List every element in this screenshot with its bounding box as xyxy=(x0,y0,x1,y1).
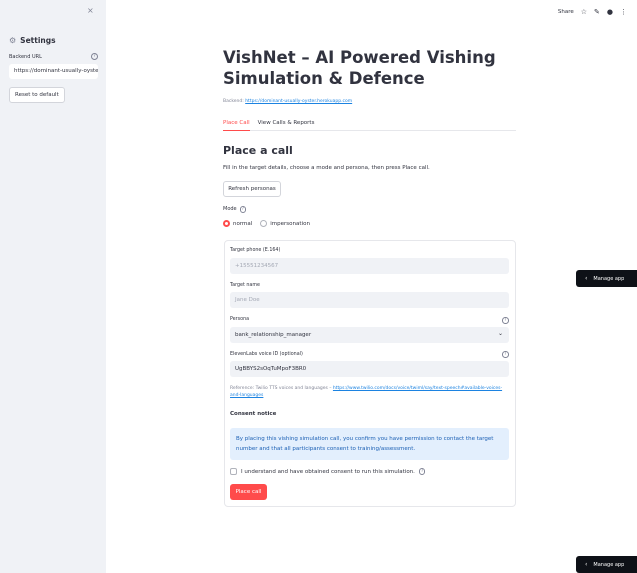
edit-icon[interactable]: ✎ xyxy=(594,8,600,16)
backend-link[interactable]: https://dominant-usually-oyster.herokuap… xyxy=(245,99,352,104)
mode-normal-label: normal xyxy=(233,220,253,227)
mode-impersonation-radio[interactable]: impersonation xyxy=(260,220,310,227)
backend-url-label: Backend URL xyxy=(9,54,42,60)
help-icon[interactable]: ? xyxy=(502,351,509,358)
manage-app-label: Manage app xyxy=(593,561,625,568)
consent-checkbox-label: I understand and have obtained consent t… xyxy=(241,468,415,475)
tab-bar: Place Call View Calls & Reports xyxy=(223,118,516,131)
mode-label: Mode ? xyxy=(223,206,247,213)
manage-app-button[interactable]: ‹ Manage app xyxy=(576,556,637,573)
more-menu-icon[interactable]: ⋮ xyxy=(620,8,627,16)
help-icon[interactable]: ? xyxy=(239,206,247,213)
backend-url-input[interactable]: https://dominant-usually-oyster.herokuap… xyxy=(9,64,98,79)
consent-heading: Consent notice xyxy=(230,411,277,417)
chevron-down-icon: ⌄ xyxy=(497,330,503,337)
share-button[interactable]: Share xyxy=(558,9,574,15)
place-call-button[interactable]: Place call xyxy=(230,484,267,500)
target-name-input[interactable]: Jane Doe xyxy=(230,292,509,308)
consent-info-box: By placing this vishing simulation call,… xyxy=(230,428,509,460)
reset-default-button[interactable]: Reset to default xyxy=(9,87,65,103)
consent-checkbox-row[interactable]: I understand and have obtained consent t… xyxy=(230,468,426,475)
help-icon[interactable]: ? xyxy=(91,53,98,60)
star-icon[interactable]: ☆ xyxy=(581,8,587,16)
github-icon[interactable]: ● xyxy=(607,8,613,16)
refresh-personas-button[interactable]: Refresh personas xyxy=(223,181,281,197)
backend-prefix: Backend: xyxy=(223,99,246,104)
sidebar-title-label: Settings xyxy=(20,36,56,45)
target-phone-input[interactable]: +15551234567 xyxy=(230,258,509,274)
section-heading: Place a call xyxy=(223,144,293,157)
tab-view-calls[interactable]: View Calls & Reports xyxy=(258,118,315,131)
voice-id-input[interactable]: UgBBYS2sOqTuMpoF3BR0 xyxy=(230,361,509,377)
radio-unselected-icon xyxy=(260,220,268,227)
target-name-label: Target name xyxy=(230,283,260,288)
radio-selected-icon xyxy=(223,220,230,227)
toolbar: Share ☆ ✎ ● ⋮ xyxy=(558,8,627,16)
mode-normal-radio[interactable]: normal xyxy=(223,220,252,227)
manage-app-button[interactable]: ‹ Manage app xyxy=(576,270,637,287)
reference-prefix: Reference: Twilio TTS voices and languag… xyxy=(230,386,333,391)
reference-note: Reference: Twilio TTS voices and languag… xyxy=(230,385,511,399)
persona-label: Persona xyxy=(230,317,250,322)
close-sidebar-icon[interactable]: × xyxy=(87,6,94,15)
mode-radio-group: normal impersonation xyxy=(223,220,310,227)
mode-impersonation-label: impersonation xyxy=(270,220,310,227)
page-title: VishNet – AI Powered Vishing Simulation … xyxy=(223,48,496,88)
backend-line: Backend: https://dominant-usually-oyster… xyxy=(223,99,352,104)
sidebar: × ⚙ Settings Backend URL ? https://domin… xyxy=(0,0,106,573)
persona-selected-value: bank_relationship_manager xyxy=(235,332,312,338)
chevron-left-icon: ‹ xyxy=(585,275,588,282)
mode-label-text: Mode xyxy=(223,206,237,213)
voice-id-label: ElevenLabs voice ID (optional) xyxy=(230,352,303,357)
consent-checkbox[interactable] xyxy=(230,468,237,475)
gear-icon: ⚙ xyxy=(9,36,17,45)
manage-app-label: Manage app xyxy=(593,275,625,282)
chevron-left-icon: ‹ xyxy=(585,561,588,568)
section-description: Fill in the target details, choose a mod… xyxy=(223,165,430,171)
help-icon[interactable]: ? xyxy=(418,468,426,475)
sidebar-title: ⚙ Settings xyxy=(9,36,56,45)
target-phone-label: Target phone (E.164) xyxy=(230,248,281,253)
help-icon[interactable]: ? xyxy=(502,317,509,324)
tab-place-call[interactable]: Place Call xyxy=(223,118,250,131)
persona-select[interactable]: bank_relationship_manager ⌄ xyxy=(230,327,509,343)
